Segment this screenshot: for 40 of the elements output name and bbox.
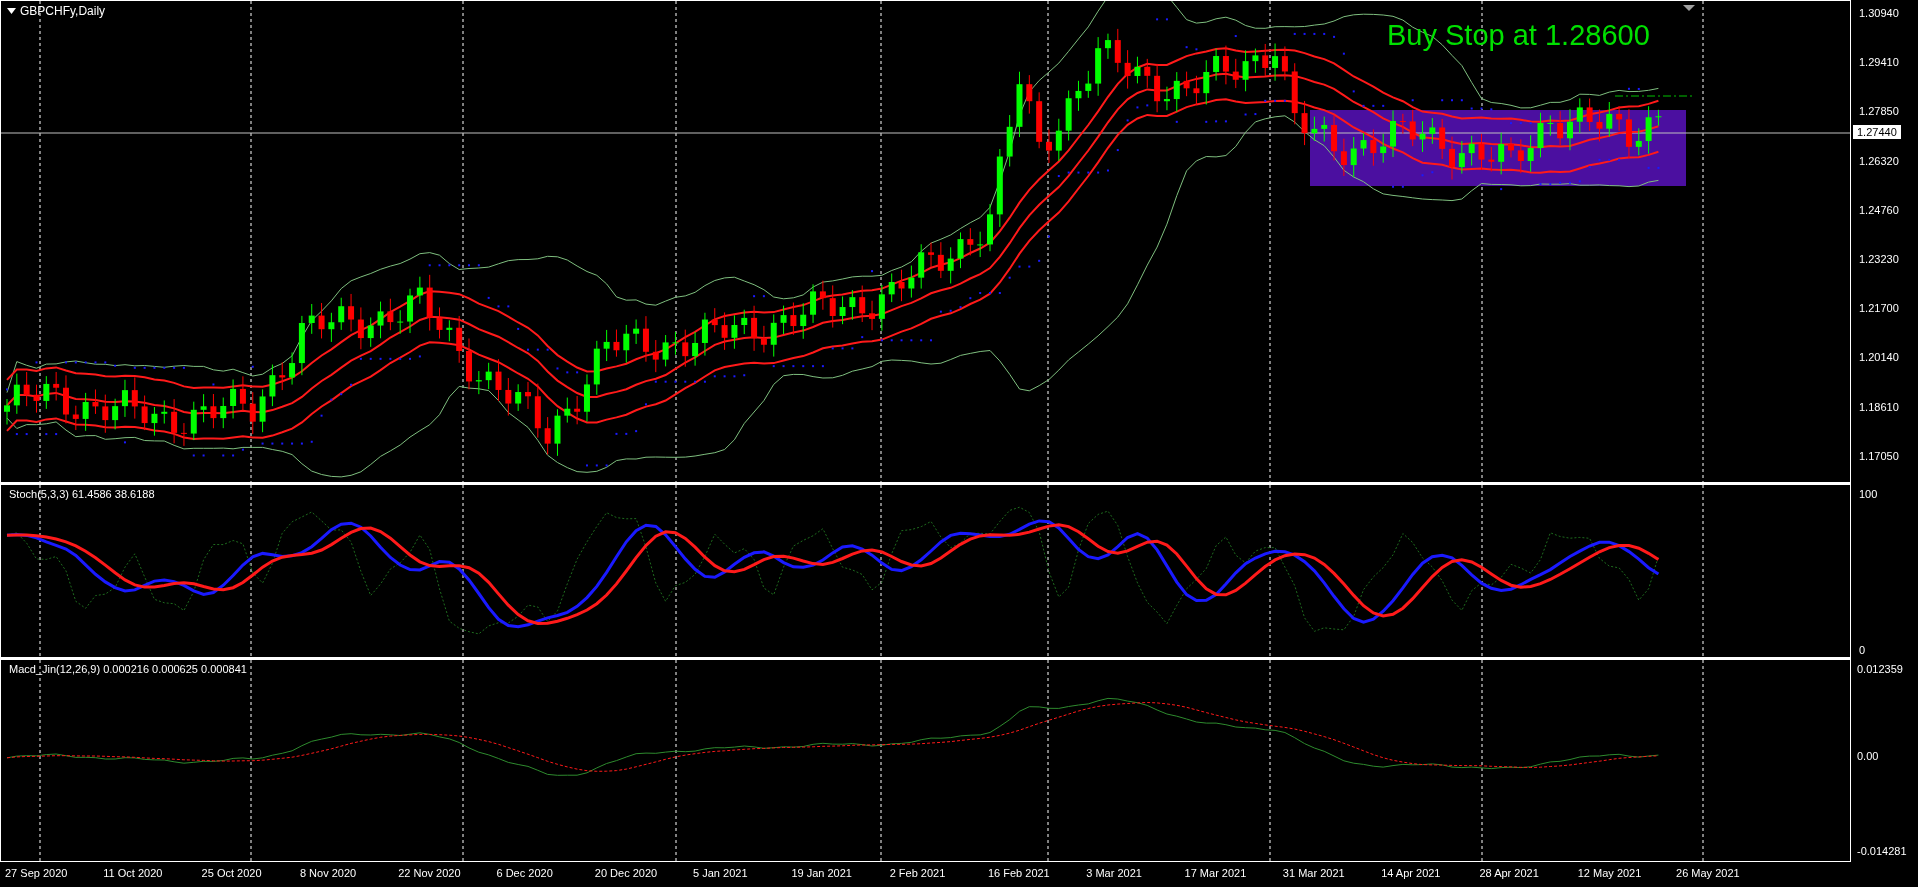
time-axis-label: 11 Oct 2020: [103, 868, 164, 881]
time-axis-label: 2 Feb 2021: [889, 868, 947, 881]
time-axis-label: 31 Mar 2021: [1282, 868, 1346, 881]
macd-axis-label: -0.014281: [1857, 846, 1907, 857]
time-axis-label: 8 Nov 2020: [299, 868, 358, 881]
time-axis-label: 14 Apr 2021: [1381, 868, 1442, 881]
price-axis-label: 1.21700: [1859, 303, 1899, 315]
stochastic-axis-label: 100: [1859, 489, 1878, 500]
shift-marker-icon: [1683, 5, 1695, 11]
time-axis-label: 28 Apr 2021: [1479, 868, 1540, 881]
time-axis-label: 20 Dec 2020: [594, 868, 659, 881]
time-axis-label: 26 May 2021: [1676, 868, 1741, 881]
time-axis-label: 17 Mar 2021: [1184, 868, 1248, 881]
macd-axis-label: 0.00: [1857, 751, 1879, 762]
time-axis-label: 25 Oct 2020: [201, 868, 263, 881]
chart-annotation-text: Buy Stop at 1.28600: [1387, 21, 1650, 50]
price-axis-label: 1.20140: [1859, 352, 1899, 364]
time-axis-label: 16 Feb 2021: [987, 868, 1051, 881]
dropdown-triangle-icon[interactable]: [7, 8, 16, 14]
price-axis-label: 1.17050: [1859, 450, 1899, 462]
price-axis-label: 1.27850: [1859, 106, 1899, 118]
time-axis-label: 19 Jan 2021: [791, 868, 853, 881]
time-axis-label: 27 Sep 2020: [5, 868, 69, 881]
stochastic-axis-label: 0: [1859, 645, 1866, 656]
macd-axis-label: 0.012359: [1857, 664, 1903, 675]
price-axis-label: 1.30940: [1859, 8, 1899, 19]
chart-title: GBPCHFy,Daily: [20, 5, 106, 17]
time-axis-label: 5 Jan 2021: [693, 868, 749, 881]
time-axis-label: 6 Dec 2020: [496, 868, 554, 881]
current-price-label: 1.27440: [1853, 125, 1901, 139]
price-axis-label: 1.18610: [1859, 401, 1899, 413]
time-axis-label: 22 Nov 2020: [398, 868, 462, 881]
time-axis-label: 12 May 2021: [1577, 868, 1643, 881]
time-axis-label: 3 Mar 2021: [1086, 868, 1143, 881]
price-axis-label: 1.24760: [1859, 204, 1899, 216]
price-axis-label: 1.29410: [1859, 57, 1899, 69]
macd-label: Macd_Jin(12,26,9) 0.000216 0.000625 0.000841: [9, 664, 247, 675]
stochastic-label: Stoch(5,3,3) 61.4586 38.6188: [9, 489, 155, 500]
price-axis-label: 1.23230: [1859, 254, 1899, 265]
price-axis-label: 1.26320: [1859, 155, 1899, 167]
